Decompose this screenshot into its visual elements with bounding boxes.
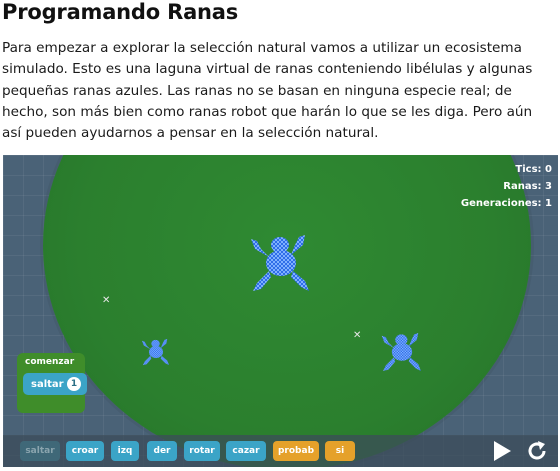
dragonfly-icon: ✕ bbox=[353, 330, 362, 341]
jump-count[interactable]: 1 bbox=[67, 377, 81, 391]
block-croar[interactable]: croar bbox=[66, 441, 104, 461]
dragonfly-icon: ✕ bbox=[102, 295, 111, 306]
frog-right[interactable] bbox=[379, 330, 425, 374]
intro-paragraph: Para empezar a explorar la selección nat… bbox=[2, 40, 533, 142]
block-toolbar: saltar croar izq der rotar cazar probab … bbox=[3, 435, 558, 467]
block-rotar[interactable]: rotar bbox=[184, 441, 220, 461]
block-saltar[interactable]: saltar bbox=[20, 441, 60, 461]
reset-icon[interactable] bbox=[525, 439, 549, 463]
frog-large[interactable] bbox=[247, 231, 315, 295]
block-cazar[interactable]: cazar bbox=[226, 441, 266, 461]
start-label: comenzar bbox=[25, 357, 75, 367]
block-si[interactable]: si bbox=[325, 441, 355, 461]
frogs-counter: Ranas: 3 bbox=[503, 181, 552, 192]
program-area[interactable]: comenzar saltar 1 bbox=[17, 353, 87, 413]
ticks-counter: Tics: 0 bbox=[515, 164, 552, 175]
jump-block[interactable]: saltar 1 bbox=[23, 373, 87, 395]
block-izq[interactable]: izq bbox=[111, 441, 139, 461]
block-probab[interactable]: probab bbox=[273, 441, 319, 461]
page-title: Programando Ranas bbox=[2, 0, 239, 24]
jump-block-label: saltar bbox=[31, 378, 64, 390]
play-icon[interactable] bbox=[491, 439, 513, 463]
frog-small-left[interactable] bbox=[140, 337, 172, 367]
stats-panel: Tics: 0 Ranas: 3 Generaciones: 1 bbox=[461, 161, 552, 212]
frog-simulation[interactable]: Tics: 0 Ranas: 3 Generaciones: 1 ✕ ✕ com… bbox=[3, 155, 558, 467]
generations-counter: Generaciones: 1 bbox=[460, 198, 552, 209]
block-der[interactable]: der bbox=[147, 441, 177, 461]
lily-pad bbox=[43, 155, 531, 467]
